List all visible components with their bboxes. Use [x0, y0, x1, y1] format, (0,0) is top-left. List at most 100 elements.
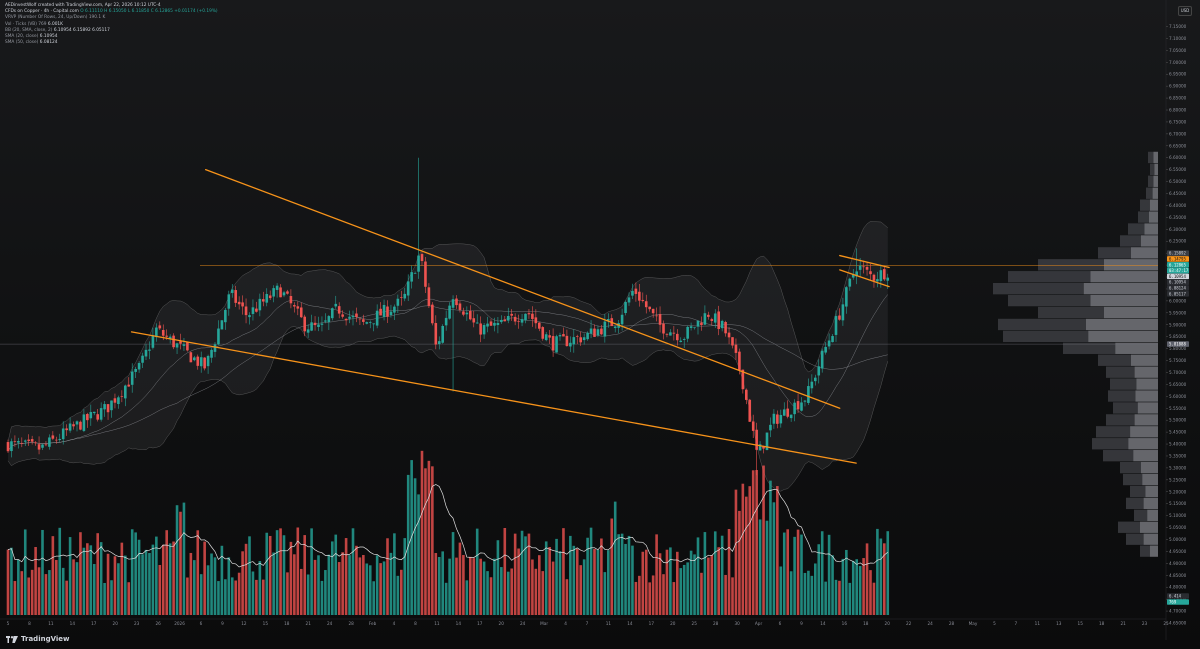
candle-body — [472, 318, 476, 323]
candle-body — [465, 312, 469, 315]
candle-body — [717, 311, 720, 330]
volume-badge: 769 — [1169, 600, 1177, 605]
time-tick-label: 5 — [7, 621, 10, 626]
volume-bar — [734, 489, 738, 615]
time-tick-label: 2026 — [174, 621, 185, 626]
price-badge: 03:47:17 — [1169, 268, 1189, 273]
volume-bar — [341, 552, 344, 615]
candle-body — [431, 304, 434, 324]
volume-bar — [258, 560, 262, 615]
candle-body — [486, 323, 489, 327]
vrvp-bar-up — [1038, 259, 1104, 271]
volume-bar — [186, 577, 189, 615]
volume-bar — [569, 535, 572, 615]
candle-body — [824, 346, 827, 353]
candle-body — [144, 349, 148, 357]
candle-body — [124, 385, 127, 399]
candle-body — [175, 343, 179, 348]
time-tick-label: 21 — [306, 621, 312, 626]
candle-body — [34, 442, 37, 444]
candle-body — [689, 326, 693, 328]
candle-body — [20, 443, 24, 444]
vrvp-bar-down — [1140, 461, 1158, 474]
candle-body — [130, 371, 134, 385]
candle-body — [496, 322, 500, 326]
vrvp-bar-up — [1098, 354, 1131, 366]
volume-bar — [17, 559, 20, 615]
candle-body — [324, 320, 327, 322]
candle-body — [448, 305, 451, 319]
volume-bar — [234, 580, 237, 615]
candle-body — [193, 357, 196, 361]
candle-body — [751, 421, 755, 431]
candle-body — [265, 293, 269, 303]
volume-bar — [769, 480, 772, 615]
volume-bar — [137, 539, 141, 615]
vrvp-bar-down — [1153, 151, 1158, 164]
price-tick-label: 6.80000 — [1169, 108, 1187, 113]
volume-bar — [724, 574, 727, 615]
candle-body — [503, 319, 507, 322]
poc-badge: 5.81888 — [1169, 342, 1186, 347]
price-tick-label: 6.75000 — [1169, 119, 1187, 124]
candle-body — [317, 324, 320, 327]
vrvp-bar-down — [1149, 211, 1158, 223]
volume-bars — [6, 450, 890, 615]
candle-body — [444, 317, 448, 326]
candle-body — [834, 316, 838, 335]
volume-bar — [575, 548, 579, 615]
vrvp-bar-down — [1134, 366, 1158, 378]
price-tick-label: 6.95000 — [1169, 72, 1187, 77]
candle-body — [745, 389, 748, 400]
candle-body — [724, 321, 727, 334]
volume-bar — [555, 538, 558, 615]
candle-body — [262, 299, 265, 302]
volume-bar — [838, 580, 841, 615]
candle-body — [268, 295, 272, 299]
candle-body — [41, 444, 44, 448]
volume-bar — [320, 580, 324, 615]
time-tick-label: 4 — [564, 621, 567, 626]
candle-body — [79, 421, 82, 430]
candle-body — [368, 322, 372, 323]
candle-body — [700, 322, 703, 326]
volume-bar — [130, 529, 134, 615]
price-badge: 6.15892 — [1169, 251, 1186, 256]
volume-bar — [389, 552, 393, 615]
price-tick-label: 4.70000 — [1169, 609, 1187, 614]
candle-body — [814, 377, 817, 382]
volume-bar — [251, 571, 255, 615]
volume-bar — [79, 532, 82, 615]
volume-bar — [103, 582, 106, 615]
volume-bar — [848, 582, 852, 615]
candle-body — [482, 325, 486, 335]
vrvp-bar-up — [1126, 497, 1144, 510]
time-axis[interactable]: 5 8 11 14 17 20 23 26 2026 6 9 12 15 18 21 24 28 Feb 4 8 11 1… — [0, 618, 1169, 626]
chart-canvas[interactable]: 7.15000 7.10000 7.05000 7.00000 6.95000 6.900… — [0, 0, 1200, 649]
volume-bar — [500, 567, 503, 615]
price-axis[interactable]: 7.15000 7.10000 7.05000 7.00000 6.95000 6.900… — [1165, 0, 1187, 640]
candle-body — [344, 318, 348, 321]
volume-bar — [92, 564, 96, 615]
candle-body — [789, 414, 793, 419]
candle-body — [348, 316, 351, 319]
vrvp-bar-up — [1108, 390, 1136, 402]
candle-body — [586, 332, 589, 340]
candle-body — [624, 302, 627, 314]
volume-bar — [262, 579, 265, 615]
time-tick-label: 18 — [1099, 621, 1105, 626]
vrvp-bar-down — [1140, 235, 1158, 247]
volume-bar — [534, 568, 538, 615]
volume-bar — [762, 465, 765, 615]
footer-branding[interactable]: TradingView — [6, 635, 70, 643]
price-badge: 6.10954 — [1169, 274, 1186, 279]
candle-body — [182, 344, 186, 346]
volume-bar — [106, 553, 110, 615]
price-tick-label: 5.25000 — [1169, 477, 1187, 482]
volume-bar — [610, 518, 614, 615]
volume-bar — [513, 533, 517, 615]
price-tick-label: 6.50000 — [1169, 179, 1187, 184]
candle-body — [331, 308, 334, 319]
volume-bar — [337, 562, 341, 615]
candle-body — [217, 328, 220, 345]
